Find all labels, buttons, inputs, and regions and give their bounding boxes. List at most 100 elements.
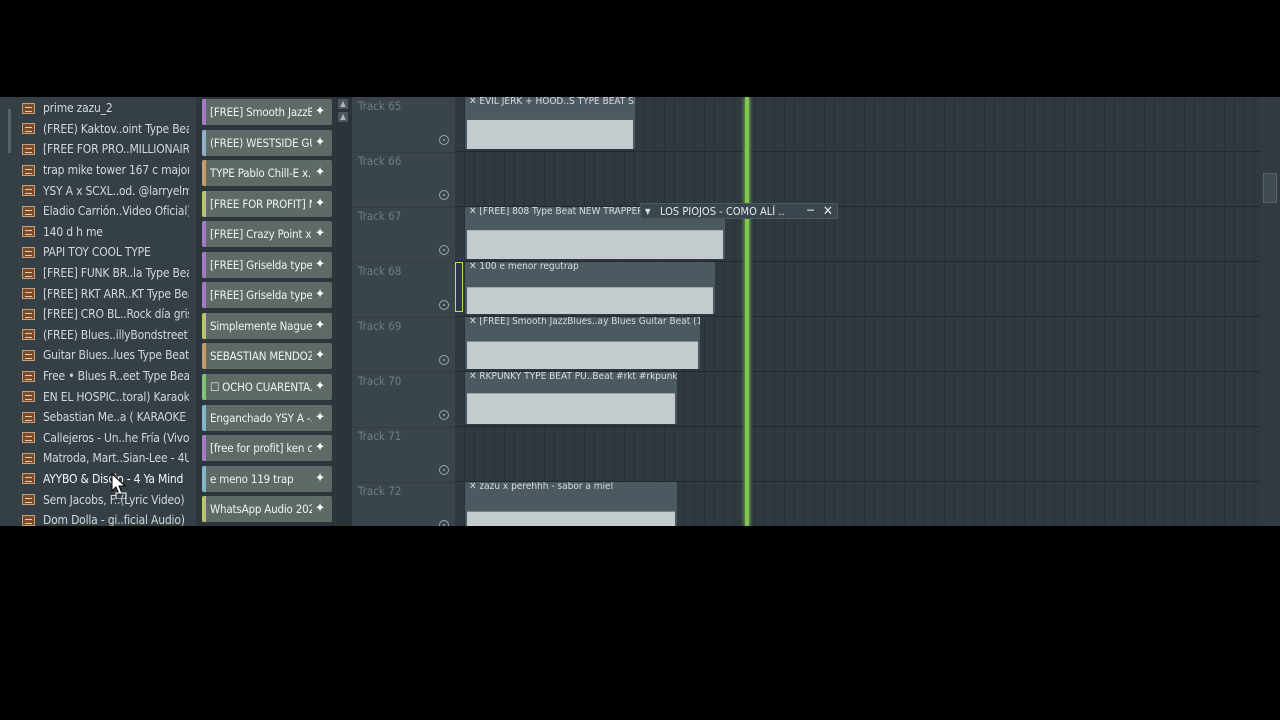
dropdown-arrow-icon[interactable]: ▼	[645, 207, 651, 216]
browser-item[interactable]: 140 d h me	[22, 222, 189, 243]
browser-item-label: [FREE] FUNK BR..la Type Beat	[43, 266, 189, 281]
channel-label: (FREE) WESTSIDE GUN..	[210, 135, 312, 150]
channel-button[interactable]: Simplemente Naguel.. ✦	[202, 312, 332, 339]
channel-button[interactable]: Enganchado YSY A -.. ✦	[202, 404, 332, 431]
scroll-up-icon[interactable]: ▲	[338, 99, 348, 109]
channel-button[interactable]: [FREE] Griselda type.. ✦	[202, 251, 332, 278]
playhead[interactable]	[745, 97, 749, 526]
audio-clip[interactable]: ✕ RKPUNKY TYPE BEAT PU..Beat #rkt #rkpun…	[465, 372, 677, 424]
channel-button[interactable]: [FREE FOR PROFIT] N.. ✦	[202, 190, 332, 217]
browser-item[interactable]: Callejeros - Un..he Fría (Vivo)	[22, 428, 189, 449]
track-header[interactable]: Track 67	[352, 207, 455, 263]
track-header[interactable]: Track 65	[352, 97, 455, 153]
track-knob-icon[interactable]	[439, 465, 449, 475]
channel-button[interactable]: e meno 119 trap ✦	[202, 465, 332, 492]
waveform-icon[interactable]: ✦	[312, 441, 328, 455]
track-header[interactable]: Track 72	[352, 482, 455, 526]
track-header[interactable]: Track 68	[352, 262, 455, 318]
channel-button[interactable]: SEBASTIAN MENDOZA..✦	[202, 343, 332, 370]
browser-item-label: PAPI TOY COOL TYPE	[43, 245, 151, 260]
clip-title: ✕ 100 e menor regutrap	[469, 262, 579, 272]
track-knob-icon[interactable]	[439, 190, 449, 200]
browser-item[interactable]: [FREE] FUNK BR..la Type Beat	[22, 263, 189, 284]
browser-item[interactable]: [FREE] CRO BL..Rock día gris	[22, 304, 189, 325]
waveform-icon[interactable]: ✦	[312, 379, 328, 394]
browser-item[interactable]: Guitar Blues..lues Type Beat	[22, 345, 189, 366]
channel-button[interactable]: [FREE] Smooth JazzB.. ✦	[202, 99, 332, 125]
browser-item[interactable]: (FREE) Blues..illyBondstreet)	[22, 325, 189, 346]
browser-item-label: prime zazu_2	[43, 101, 113, 116]
channel-label: Simplemente Naguel..	[210, 318, 312, 333]
channel-button[interactable]: [free for profit] ken c.. ✦	[202, 435, 332, 462]
floating-window-titlebar[interactable]: ▼ LOS PIOJOS - COMO ALÍ .. − ✕	[640, 203, 838, 219]
track-knob-icon[interactable]	[439, 520, 449, 526]
minimize-button[interactable]: −	[806, 203, 815, 217]
channel-button[interactable]: TYPE Pablo Chill-E x.. ✦	[202, 160, 332, 187]
channel-button[interactable]: WhatsApp Audio 202.. ✦	[202, 496, 332, 523]
browser-item[interactable]: [FREE FOR PRO..MILLIONAIRE	[22, 139, 189, 160]
track-header[interactable]: Track 66	[352, 152, 455, 208]
waveform-icon[interactable]: ✦	[312, 105, 328, 119]
track-header[interactable]: Track 71	[352, 427, 455, 483]
browser-item[interactable]: trap mike tower 167 c major	[22, 160, 189, 181]
audio-clip[interactable]: ✕ 100 e menor regutrap	[465, 262, 715, 314]
scrollbar-thumb[interactable]	[1263, 173, 1277, 203]
browser-item-label: [FREE] CRO BL..Rock día gris	[43, 307, 189, 322]
track-name: Track 67	[358, 209, 402, 223]
channel-rack: [FREE] Smooth JazzB..✦ (FREE) WESTSIDE GU…	[196, 97, 336, 526]
audio-clip[interactable]: ✕ EVIL JERK + HOOD..S TYPE BEAT SMG	[465, 97, 635, 149]
waveform-icon[interactable]: ✦	[312, 318, 328, 333]
waveform	[467, 511, 675, 526]
browser-item[interactable]: Matroda, Mart..Sian-Lee - 4U	[22, 448, 189, 469]
browser-item[interactable]: Eladio Carrión..Video Oficial)	[22, 201, 189, 222]
browser-item[interactable]: Sem Jacobs, F..(Lyric Video)	[22, 489, 189, 510]
waveform-icon[interactable]: ✦	[312, 471, 328, 486]
browser-item-label: trap mike tower 167 c major	[43, 163, 189, 178]
browser-item-hovered[interactable]: AYYBO & Discip - 4 Ya Mind	[22, 469, 189, 490]
browser-item[interactable]: Dom Dolla - gi..ficial Audio)	[22, 510, 189, 526]
waveform-icon[interactable]: ✦	[312, 196, 328, 211]
audio-file-icon	[22, 143, 35, 155]
waveform-icon[interactable]: ✦	[312, 502, 328, 516]
channel-button[interactable]: (FREE) WESTSIDE GUN..✦	[202, 129, 332, 156]
browser-item[interactable]: (FREE) Kaktov..oint Type Beat	[22, 119, 189, 140]
browser-item-label: Eladio Carrión..Video Oficial)	[43, 204, 189, 219]
track-knob-icon[interactable]	[439, 135, 449, 145]
waveform-icon[interactable]: ✦	[312, 166, 328, 180]
track-knob-icon[interactable]	[439, 410, 449, 420]
channel-button[interactable]: ☐ OCHO CUARENTA.. ✦	[202, 373, 332, 400]
channel-button[interactable]: [FREE] Griselda type.. ✦	[202, 282, 332, 309]
browser-item[interactable]: prime zazu_2	[22, 98, 189, 119]
playlist-vertical-scrollbar[interactable]	[1260, 97, 1280, 526]
playlist-grid[interactable]: ✕ EVIL JERK + HOOD..S TYPE BEAT SMG ✕ [F…	[455, 97, 1260, 526]
browser-item[interactable]: YSY A x SCXL..od. @larryelm5	[22, 180, 189, 201]
browser-scrollbar[interactable]	[8, 109, 11, 153]
clip-title: ✕ zazu x perehhh - sabor a miel	[469, 482, 614, 492]
channel-button[interactable]: [FREE] Crazy Point x.. ✦	[202, 221, 332, 248]
waveform-icon[interactable]: ✦	[312, 288, 328, 302]
scroll-up-icon[interactable]: ▲	[338, 112, 348, 122]
track-header[interactable]: Track 69	[352, 317, 455, 373]
audio-clip[interactable]: ✕ [FREE] Smooth JazzBlues..ay Blues Guit…	[465, 317, 700, 369]
audio-clip[interactable]: ✕ zazu x perehhh - sabor a miel	[465, 482, 677, 526]
close-button[interactable]: ✕	[823, 204, 833, 219]
browser-item[interactable]: [FREE] RKT ARR..KT Type Beat	[22, 283, 189, 304]
browser-item[interactable]: Sebastian Me..a ( KARAOKE )	[22, 407, 189, 428]
waveform-icon[interactable]: ✦	[312, 410, 328, 425]
audio-file-icon	[22, 164, 35, 176]
track-knob-icon[interactable]	[439, 300, 449, 310]
waveform-icon[interactable]: ✦	[312, 257, 328, 272]
waveform-icon[interactable]: ✦	[312, 135, 328, 150]
track-knob-icon[interactable]	[439, 245, 449, 255]
waveform-icon[interactable]: ✦	[312, 227, 328, 241]
audio-file-icon	[22, 267, 35, 279]
browser-item[interactable]: EN EL HOSPIC..toral) Karaoke	[22, 386, 189, 407]
audio-file-icon	[22, 494, 35, 506]
channel-label: WhatsApp Audio 202..	[210, 502, 312, 517]
track-knob-icon[interactable]	[439, 355, 449, 365]
browser-item[interactable]: PAPI TOY COOL TYPE	[22, 242, 189, 263]
track-header[interactable]: Track 70	[352, 372, 455, 428]
browser-item[interactable]: Free • Blues R..eet Type Beat	[22, 366, 189, 387]
rack-scrollbar[interactable]: ▲ ▲	[336, 97, 352, 526]
waveform-icon[interactable]: ✦	[312, 349, 328, 363]
